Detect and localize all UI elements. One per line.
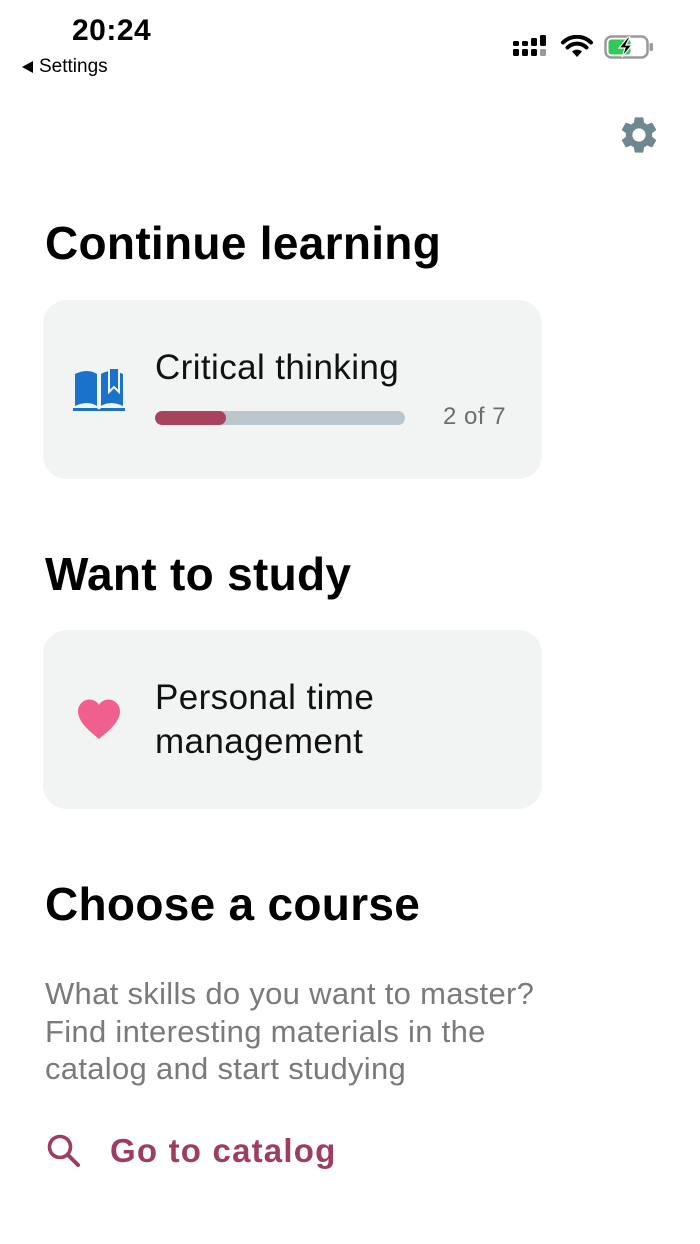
heart-icon bbox=[78, 699, 120, 739]
description-line: catalog and start studying bbox=[45, 1051, 407, 1086]
course-title: Critical thinking bbox=[155, 348, 400, 387]
description-line: What skills do you want to master? bbox=[45, 976, 535, 1011]
cellular-signal-icon bbox=[513, 35, 546, 56]
description-line: Find interesting materials in the bbox=[45, 1013, 486, 1049]
go-to-catalog-link[interactable]: Go to catalog bbox=[46, 1132, 336, 1170]
status-icons bbox=[512, 34, 654, 60]
search-icon bbox=[47, 1134, 80, 1167]
back-to-settings-button[interactable]: Settings bbox=[22, 56, 108, 78]
want-to-study-heading: Want to study bbox=[45, 548, 352, 600]
status-time: 20:24 bbox=[72, 14, 152, 47]
wishlist-course-card[interactable]: Personal time management bbox=[43, 630, 542, 809]
wifi-icon bbox=[561, 35, 593, 57]
choose-course-description: What skills do you want to master? Find … bbox=[45, 975, 645, 1088]
gear-icon[interactable] bbox=[617, 113, 661, 157]
progress-bar-fill bbox=[155, 411, 227, 425]
progress-bar bbox=[155, 411, 405, 425]
back-label: Settings bbox=[39, 56, 108, 77]
continue-learning-heading: Continue learning bbox=[45, 217, 442, 269]
back-arrow-icon bbox=[22, 61, 33, 73]
wishlist-course-title-line1: Personal time bbox=[155, 678, 375, 717]
progress-text: 2 of 7 bbox=[443, 403, 507, 430]
wishlist-course-title-line2: management bbox=[155, 722, 364, 761]
book-icon bbox=[73, 367, 125, 411]
choose-course-heading: Choose a course bbox=[45, 878, 421, 930]
battery-charging-icon bbox=[604, 35, 653, 59]
continue-course-card[interactable]: Critical thinking 2 of 7 bbox=[43, 300, 542, 479]
go-to-catalog-label: Go to catalog bbox=[110, 1132, 337, 1169]
